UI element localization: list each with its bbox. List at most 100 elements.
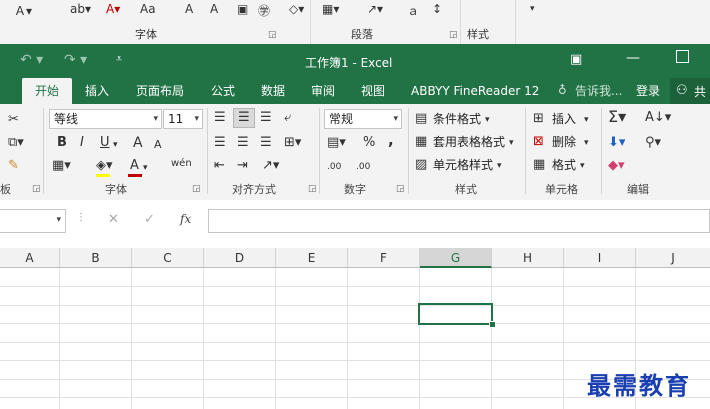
char-shading-icon[interactable]: ▣	[237, 2, 248, 16]
align-center-icon[interactable]: ☰	[237, 135, 249, 151]
column-header-b[interactable]: B	[60, 248, 132, 268]
align-left-icon[interactable]: ☰	[214, 135, 226, 151]
chevron-down-icon[interactable]: ▾	[485, 112, 490, 128]
direction-icon[interactable]: ↗▾	[367, 2, 383, 16]
font-size-combo[interactable]: 11 ▾	[163, 109, 203, 129]
borders-icon[interactable]: ▦▾	[322, 2, 339, 16]
font-color-icon[interactable]: A▾	[106, 2, 120, 16]
percent-button[interactable]: %	[363, 135, 375, 151]
column-header-j[interactable]: J	[636, 248, 710, 268]
sort-icon[interactable]: ↕	[432, 2, 442, 16]
maximize-icon[interactable]	[676, 50, 689, 63]
dropdown-icon[interactable]: ▾	[530, 4, 535, 14]
tab-data[interactable]: 数据	[261, 78, 285, 104]
font-launcher-icon[interactable]: ◲	[268, 30, 277, 40]
borders-icon[interactable]: ▦▾	[52, 158, 71, 174]
customize-qat-icon[interactable]: ⩡	[116, 52, 122, 66]
font-color-button[interactable]: A	[130, 158, 139, 174]
name-box[interactable]: ▾	[0, 209, 66, 233]
column-header-e[interactable]: E	[276, 248, 348, 268]
font-launcher-icon[interactable]: ◲	[192, 184, 201, 194]
decrease-decimal-button[interactable]: .00	[356, 159, 370, 175]
bold-button[interactable]: B	[57, 135, 67, 151]
column-header-d[interactable]: D	[204, 248, 276, 268]
chevron-down-icon[interactable]: ▾	[584, 112, 589, 128]
column-header-h[interactable]: H	[492, 248, 564, 268]
cancel-icon[interactable]: ✕	[108, 212, 119, 227]
formula-input[interactable]	[208, 209, 710, 233]
minimize-icon[interactable]: —	[626, 50, 640, 66]
chevron-down-icon[interactable]: ▾	[143, 160, 148, 176]
shading-icon[interactable]: ◇▾	[289, 2, 304, 16]
share-button[interactable]: ⚇ 共	[670, 78, 710, 104]
shrink-font-icon[interactable]: A	[210, 2, 218, 16]
cell-styles-button[interactable]: 单元格样式	[433, 157, 493, 173]
delete-cells-button[interactable]: 删除	[552, 134, 576, 150]
clear-icon[interactable]: ◆▾	[608, 158, 625, 174]
tab-page-layout[interactable]: 页面布局	[136, 78, 184, 104]
format-painter-icon[interactable]: ✎	[8, 158, 19, 174]
chevron-down-icon[interactable]: ▾	[580, 158, 585, 174]
format-as-table-icon[interactable]: ▦	[415, 134, 427, 150]
column-header-a[interactable]: A	[0, 248, 60, 268]
chevron-down-icon[interactable]: ▾	[497, 158, 502, 174]
orientation-icon[interactable]: ↗▾	[262, 158, 279, 174]
column-header-g[interactable]: G	[420, 248, 492, 268]
number-launcher-icon[interactable]: ◲	[396, 184, 405, 194]
wrap-text-icon[interactable]: ⤶	[284, 110, 291, 126]
change-case-label[interactable]: Aa	[140, 2, 156, 16]
ribbon-display-icon[interactable]: ▣	[570, 52, 582, 67]
a-icon[interactable]: ａ	[407, 2, 419, 19]
copy-icon[interactable]: ⧉▾	[8, 135, 24, 151]
format-as-table-button[interactable]: 套用表格格式	[433, 134, 505, 150]
increase-decimal-button[interactable]: .00	[327, 159, 341, 175]
increase-indent-icon[interactable]: ⇥	[237, 158, 248, 174]
column-header-i[interactable]: I	[564, 248, 636, 268]
alignment-launcher-icon[interactable]: ◲	[308, 184, 317, 194]
delete-cells-icon[interactable]: ⊠	[533, 134, 544, 150]
column-header-f[interactable]: F	[348, 248, 420, 268]
tab-home[interactable]: 开始	[22, 78, 72, 104]
tell-me-box[interactable]: 告诉我...	[575, 78, 622, 104]
number-format-combo[interactable]: 常规 ▾	[324, 109, 402, 129]
tab-insert[interactable]: 插入	[85, 78, 109, 104]
fill-icon[interactable]: ⬇▾	[608, 135, 625, 151]
grow-font-icon[interactable]: A	[185, 2, 193, 16]
tab-view[interactable]: 视图	[361, 78, 385, 104]
active-cell[interactable]	[418, 303, 493, 325]
cut-icon[interactable]: ✂	[8, 112, 19, 128]
merge-center-icon[interactable]: ⊞▾	[284, 135, 301, 151]
text-effects-icon[interactable]: Ａ▾	[14, 2, 32, 19]
align-bottom-icon[interactable]: ☰	[260, 110, 272, 126]
align-top-icon[interactable]: ☰	[214, 110, 226, 126]
autosum-icon[interactable]: Σ▾	[608, 109, 626, 125]
accounting-format-icon[interactable]: ▤▾	[327, 135, 346, 151]
fill-color-icon[interactable]: ◈▾	[96, 158, 113, 174]
grow-font-icon[interactable]: A	[133, 135, 143, 151]
fill-handle[interactable]	[489, 321, 496, 328]
insert-cells-button[interactable]: 插入	[552, 111, 576, 127]
clipboard-launcher-icon[interactable]: ◲	[32, 184, 41, 194]
undo-icon[interactable]: ↶ ▾	[20, 52, 43, 68]
paragraph-launcher-icon[interactable]: ◲	[449, 30, 458, 40]
insert-cells-icon[interactable]: ⊞	[533, 111, 544, 127]
tab-review[interactable]: 审阅	[311, 78, 335, 104]
redo-icon[interactable]: ↷ ▾	[64, 52, 87, 68]
conditional-format-icon[interactable]: ▤	[415, 111, 427, 127]
chevron-down-icon[interactable]: ▾	[113, 137, 118, 153]
highlight-icon[interactable]: ab▾	[70, 2, 91, 16]
chevron-down-icon[interactable]: ▾	[56, 215, 61, 225]
enclose-char-icon[interactable]: ㊫	[258, 2, 270, 19]
font-name-combo[interactable]: 等线 ▾	[49, 109, 162, 129]
phonetic-button[interactable]: wén	[171, 156, 192, 172]
decrease-indent-icon[interactable]: ⇤	[214, 158, 225, 174]
format-cells-icon[interactable]: ▦	[533, 157, 545, 173]
column-header-c[interactable]: C	[132, 248, 204, 268]
underline-button[interactable]: U	[100, 135, 110, 151]
italic-button[interactable]: I	[80, 135, 84, 151]
insert-function-button[interactable]: fx	[180, 212, 191, 226]
align-middle-button[interactable]: ☰	[233, 108, 255, 128]
chevron-down-icon[interactable]: ▾	[584, 135, 589, 151]
comma-button[interactable]: ,	[388, 132, 394, 148]
format-cells-button[interactable]: 格式	[552, 157, 576, 173]
